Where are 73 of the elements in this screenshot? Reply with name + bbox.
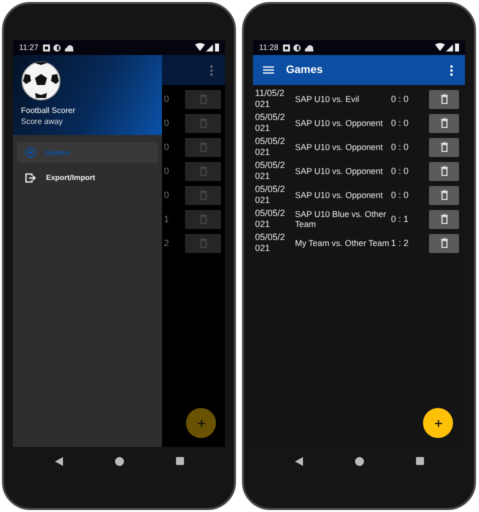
game-name: SAP U10 vs. Opponent (294, 190, 384, 200)
game-score: 0 (164, 190, 170, 200)
game-name: SAP U10 vs. Opponent (294, 142, 384, 152)
back-icon[interactable] (294, 456, 302, 466)
delete-button[interactable] (429, 90, 459, 108)
screen-title: Games (286, 64, 323, 76)
recents-icon[interactable] (416, 457, 424, 465)
trash-icon (200, 166, 206, 176)
game-name: My Team vs. Other Team (294, 238, 390, 248)
trash-icon (200, 238, 206, 248)
trash-icon (440, 190, 448, 200)
trash-icon (200, 118, 206, 128)
add-button[interactable] (423, 408, 453, 438)
game-name: SAP U10 vs. Opponent (294, 118, 384, 128)
trash-icon (200, 190, 206, 200)
delete-button[interactable] (429, 138, 459, 156)
game-score: 0 (164, 118, 170, 128)
recents-icon[interactable] (176, 457, 184, 465)
plus-icon (434, 420, 442, 426)
game-date: 05/05/2021 (255, 112, 286, 134)
trash-icon (440, 94, 448, 104)
status-time: 11:28 (259, 43, 278, 52)
game-score: 0 (164, 142, 170, 152)
system-status-icons (195, 43, 219, 52)
trash-icon (200, 94, 206, 104)
game-date: 05/05/2021 (255, 136, 286, 158)
game-score: 0 : 0 (391, 190, 410, 200)
game-score: 0 : 1 (391, 214, 410, 224)
notification-icons (43, 44, 76, 52)
trash-icon (440, 214, 448, 224)
game-score: 2 (164, 238, 170, 248)
soccer-ball-icon (21, 61, 61, 101)
home-icon[interactable] (354, 456, 364, 466)
game-score: 0 : 0 (391, 94, 410, 104)
more-icon[interactable] (450, 64, 453, 76)
trash-icon (200, 142, 206, 152)
back-icon[interactable] (54, 456, 62, 466)
delete-button[interactable] (429, 186, 459, 204)
system-status-icons (435, 43, 459, 52)
plus-icon (198, 420, 204, 426)
ball-icon (25, 147, 36, 158)
game-score: 1 (164, 214, 170, 224)
app-title: Football Scorer (21, 106, 76, 115)
game-name: SAP U10 Blue vs. Other Team (294, 209, 388, 229)
game-date: 05/05/2021 (255, 232, 286, 254)
app-subtitle: Score away (21, 117, 63, 126)
game-date: 05/05/2021 (255, 208, 286, 230)
status-time: 11:27 (19, 43, 38, 52)
game-name: SAP U10 vs. Evil (294, 94, 360, 104)
delete-button[interactable] (429, 162, 459, 180)
delete-button[interactable] (429, 114, 459, 132)
trash-icon (440, 142, 448, 152)
game-date: 05/05/2021 (255, 184, 286, 206)
trash-icon (200, 214, 206, 224)
game-date: 05/05/2021 (255, 160, 286, 182)
home-icon[interactable] (114, 456, 124, 466)
game-score: 0 : 0 (391, 166, 410, 176)
exit-arrow-icon (25, 172, 37, 182)
trash-icon (440, 166, 448, 176)
game-score: 0 : 0 (391, 142, 410, 152)
delete-button[interactable] (429, 210, 459, 228)
delete-button[interactable] (429, 234, 459, 252)
more-icon[interactable] (210, 64, 213, 76)
notification-icons (283, 44, 316, 52)
menu-icon[interactable] (263, 66, 274, 74)
trash-icon (440, 238, 448, 248)
game-score: 0 (164, 166, 170, 176)
trash-icon (440, 118, 448, 128)
game-score: 0 : 0 (391, 118, 410, 128)
game-score: 1 : 2 (391, 238, 410, 248)
game-score: 0 (164, 94, 170, 104)
game-date: 11/05/2021 (255, 88, 286, 110)
game-name: SAP U10 vs. Opponent (294, 166, 384, 176)
